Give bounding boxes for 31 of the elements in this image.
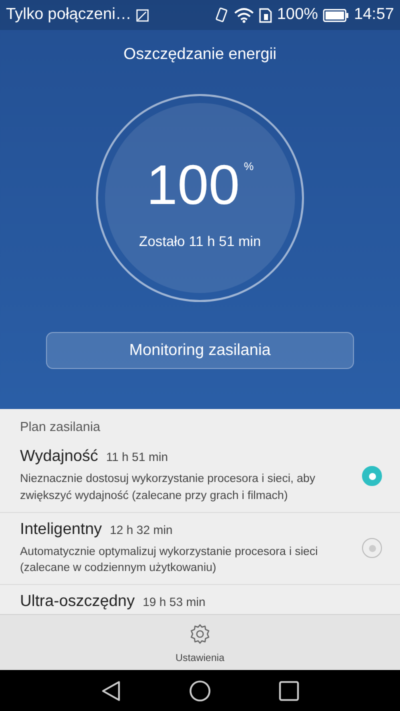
battery-percent: 100% xyxy=(277,6,318,24)
percent-sign: % xyxy=(244,161,254,173)
plan-time: 19 h 53 min xyxy=(142,594,206,609)
power-plan-item[interactable]: Inteligentny 12 h 32 min Automatycznie optymalizuj wykorzystanie procesora i sieci (zalecane w codziennym użytkowaniu) xyxy=(0,512,400,585)
image-icon xyxy=(136,8,150,22)
section-header: Plan zasilania xyxy=(19,418,102,436)
recent-apps-icon[interactable] xyxy=(279,680,299,701)
power-plan-item[interactable]: Wydajność 11 h 51 min Nieznacznie dostosuj wykorzystanie procesora i sieci, aby zwiększyć wydajność (zalecane przy grach i filmach) xyxy=(0,440,400,513)
settings-icon xyxy=(188,623,211,646)
wifi-icon xyxy=(234,8,254,22)
plan-time: 11 h 51 min xyxy=(106,450,168,464)
plan-name: Wydajność xyxy=(20,448,98,466)
plan-name: Ultra-oszczędny xyxy=(20,592,135,611)
clock-time: 14:57 xyxy=(354,6,394,24)
back-icon[interactable] xyxy=(101,680,121,702)
battery-icon xyxy=(322,8,349,22)
plan-description: Automatycznie optymalizuj wykorzystanie procesora i sieci (zalecane w codziennym użytkowaniu) xyxy=(20,544,319,576)
remaining-time: Zostało 11 h 51 min xyxy=(139,233,261,249)
radio-button[interactable] xyxy=(362,538,382,558)
battery-value: 100 xyxy=(146,157,240,213)
home-icon[interactable] xyxy=(189,680,211,702)
radio-button[interactable] xyxy=(362,466,382,486)
plan-time: 12 h 32 min xyxy=(110,522,173,537)
screen-title: Oszczędzanie energii xyxy=(124,46,276,64)
notification-text: Tylko połączeni… xyxy=(6,6,132,24)
plan-name: Inteligentny xyxy=(20,520,102,539)
vibrate-icon xyxy=(215,7,230,23)
sim-icon xyxy=(259,8,272,22)
settings-button[interactable]: Ustawienia xyxy=(172,615,228,670)
power-monitoring-button[interactable]: Monitoring zasilania xyxy=(46,332,354,369)
plan-description: Nieznacznie dostosuj wykorzystanie procesora i sieci, aby zwiększyć wydajność (zalecane przy grach i filmach) xyxy=(20,472,316,504)
